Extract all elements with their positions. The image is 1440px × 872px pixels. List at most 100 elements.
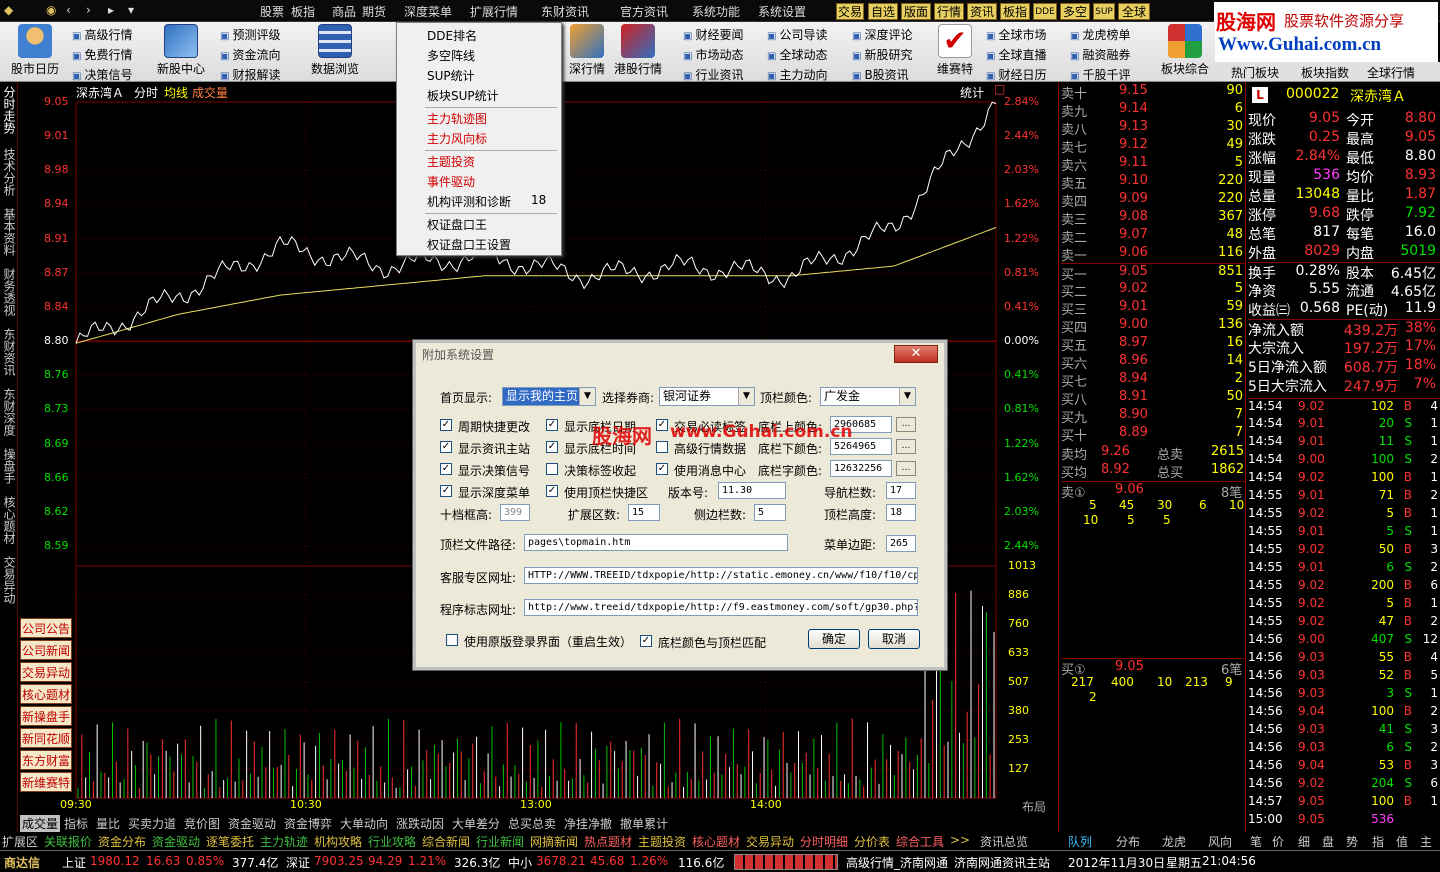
extension-tab[interactable]: 分时明细 bbox=[800, 833, 848, 850]
menu-item-main-track[interactable]: 主力轨迹图 bbox=[427, 110, 487, 127]
menu-item-inst-eval[interactable]: 机构评测和诊断 bbox=[427, 193, 511, 210]
menu-item-longshort[interactable]: 多空阵线 bbox=[427, 47, 475, 64]
toolbar-link[interactable]: 公司导读 bbox=[767, 26, 827, 46]
ten-input[interactable]: 399 bbox=[500, 504, 530, 521]
top-input[interactable]: 18 bbox=[886, 504, 916, 521]
indicator-tab[interactable]: 净挂净撤 bbox=[564, 815, 612, 832]
hot-sector-button[interactable]: 热门板块 bbox=[1231, 64, 1279, 81]
sell-level-row[interactable]: 卖八 9.13 30 bbox=[1061, 119, 1245, 138]
extension-tab[interactable]: >> bbox=[950, 833, 970, 847]
quick-dde-button[interactable]: DDE bbox=[1033, 3, 1057, 20]
vtab-core-theme[interactable]: 核心题材 bbox=[1, 496, 17, 544]
hk-quote-button[interactable]: 港股行情 bbox=[603, 24, 673, 77]
stock-calendar-button[interactable]: 股市日历 bbox=[0, 24, 70, 77]
home-select[interactable]: 显示我的主页 ▼ bbox=[502, 387, 596, 406]
toolbar-link[interactable]: 全球直播 bbox=[986, 46, 1046, 66]
toppath-input[interactable]: pages\topmain.htm bbox=[524, 534, 788, 551]
data-browse-button[interactable]: 数据浏览 bbox=[300, 24, 370, 77]
buy-level-row[interactable]: 买六 8.96 14 bbox=[1061, 353, 1245, 372]
check-topquick-icon[interactable]: ✓ bbox=[546, 485, 558, 497]
menu-deep[interactable]: 深度菜单 bbox=[404, 3, 452, 20]
sell-level-row[interactable]: 卖四 9.09 220 bbox=[1061, 191, 1245, 210]
side-btn-core[interactable]: 核心题材 bbox=[20, 684, 72, 704]
menumargin-input[interactable]: 265 bbox=[886, 535, 916, 552]
right-panel-tab[interactable]: 势 bbox=[1346, 833, 1358, 850]
extension-tab[interactable]: 分价表 bbox=[854, 833, 890, 850]
menu-futures[interactable]: 期货 bbox=[362, 3, 386, 20]
extension-tab[interactable]: 主题投资 bbox=[638, 833, 686, 850]
toolbar-link[interactable]: 高级行情 bbox=[72, 26, 132, 46]
right-panel-tab[interactable]: 风向 bbox=[1208, 833, 1232, 850]
side-btn-trader[interactable]: 新操盘手 bbox=[20, 706, 72, 726]
check-news-icon[interactable]: ✓ bbox=[440, 441, 452, 453]
dialog-close-button[interactable]: ✕ bbox=[894, 345, 938, 363]
dropdown-icon[interactable]: ▾ bbox=[128, 3, 134, 17]
chevron-down-icon[interactable]: ▼ bbox=[899, 388, 915, 405]
quick-quote-button[interactable]: 行情 bbox=[934, 3, 964, 20]
chevron-down-icon[interactable]: ▼ bbox=[738, 388, 754, 405]
indicator-tab[interactable]: 涨跌动因 bbox=[396, 815, 444, 832]
buy-level-row[interactable]: 买九 8.90 7 bbox=[1061, 407, 1245, 426]
vtab-finance[interactable]: 财务透视 bbox=[1, 268, 17, 316]
buy-level-row[interactable]: 买五 8.97 16 bbox=[1061, 335, 1245, 354]
extension-tab[interactable]: 主力轨迹 bbox=[260, 833, 308, 850]
indicator-tab[interactable]: 大单差分 bbox=[452, 815, 500, 832]
extension-tab[interactable]: 综合新闻 bbox=[422, 833, 470, 850]
quick-trade-button[interactable]: 交易 bbox=[836, 3, 864, 20]
indicator-tab[interactable]: 总买总卖 bbox=[508, 815, 556, 832]
app-logo-icon[interactable]: ◉ bbox=[46, 3, 56, 17]
right-panel-tab[interactable]: 盘 bbox=[1322, 833, 1334, 850]
vtab-trade-anomaly[interactable]: 交易异动 bbox=[1, 556, 17, 604]
quick-board-button[interactable]: 板指 bbox=[1000, 3, 1030, 20]
quick-global-button[interactable]: 全球 bbox=[1118, 3, 1150, 20]
ok-button[interactable]: 确定 bbox=[808, 629, 860, 649]
check-deepmenu-icon[interactable]: ✓ bbox=[440, 485, 452, 497]
flag-input[interactable]: http://www.treeid/tdxpopie/http://f9.eas… bbox=[524, 599, 918, 616]
menu-item-dde-rank[interactable]: DDE排名 bbox=[427, 27, 477, 44]
side-btn-ths[interactable]: 新同花顺 bbox=[20, 728, 72, 748]
app-icon[interactable]: ◆ bbox=[4, 3, 13, 17]
vtab-east-deep[interactable]: 东财深度 bbox=[1, 388, 17, 436]
vtab-basic[interactable]: 基本资料 bbox=[1, 208, 17, 256]
side-btn-eastmoney[interactable]: 东方财富 bbox=[20, 750, 72, 770]
sell-level-row[interactable]: 卖一 9.06 116 bbox=[1061, 245, 1245, 264]
quick-sup-button[interactable]: SUP bbox=[1093, 3, 1115, 20]
quick-longshort-button[interactable]: 多空 bbox=[1060, 3, 1090, 20]
chart-maximize-icon[interactable]: □ bbox=[994, 82, 1005, 96]
extension-tab[interactable]: 资金分布 bbox=[98, 833, 146, 850]
buy-level-row[interactable]: 买七 8.94 2 bbox=[1061, 371, 1245, 390]
toolbar-link[interactable]: 全球动态 bbox=[767, 46, 827, 66]
extension-tab[interactable]: 行业新闻 bbox=[476, 833, 524, 850]
vtab-intraday[interactable]: 分时走势 bbox=[1, 86, 17, 134]
toolbar-link[interactable]: 融资融券 bbox=[1070, 46, 1130, 66]
vtab-trader[interactable]: 操盘手 bbox=[1, 448, 17, 484]
toolbar-link[interactable]: 免费行情 bbox=[72, 46, 132, 66]
toolbar-link[interactable]: 新股研究 bbox=[852, 46, 912, 66]
indicator-tab[interactable]: 买卖力道 bbox=[128, 815, 176, 832]
menu-stock[interactable]: 股票 bbox=[260, 3, 284, 20]
layout-button[interactable]: 布局 bbox=[1022, 798, 1046, 815]
indicator-tab[interactable]: 量比 bbox=[96, 815, 120, 832]
botcolor-up-pick-button[interactable]: … bbox=[896, 417, 916, 432]
toolbar-link[interactable]: 资金流向 bbox=[220, 46, 280, 66]
extension-tab[interactable]: 行业攻略 bbox=[368, 833, 416, 850]
check-period-icon[interactable]: ✓ bbox=[440, 419, 452, 431]
menu-system-settings[interactable]: 系统设置 bbox=[758, 3, 806, 20]
vtab-east-news[interactable]: 东财资讯 bbox=[1, 328, 17, 376]
sector-overview-button[interactable]: 板块综合 bbox=[1150, 24, 1220, 77]
new-stock-center-button[interactable]: 新股中心 bbox=[146, 24, 216, 77]
buy-level-row[interactable]: 买八 8.91 50 bbox=[1061, 389, 1245, 408]
indicator-tab[interactable]: 资金驱动 bbox=[228, 815, 276, 832]
side-btn-announce[interactable]: 公司公告 bbox=[20, 618, 72, 638]
buy-level-row[interactable]: 买十 8.89 7 bbox=[1061, 425, 1245, 444]
sell-level-row[interactable]: 卖七 9.12 49 bbox=[1061, 137, 1245, 156]
extension-tab[interactable]: 机构攻略 bbox=[314, 833, 362, 850]
side-btn-vestar[interactable]: 新维赛特 bbox=[20, 772, 72, 792]
broker-select[interactable]: 银河证券 ▼ bbox=[659, 387, 755, 406]
menu-item-event-drive[interactable]: 事件驱动 bbox=[427, 173, 475, 190]
indicator-tab[interactable]: 指标 bbox=[64, 815, 88, 832]
botcolor-font-pick-button[interactable]: … bbox=[896, 461, 916, 476]
chart-stat-button[interactable]: 统计 bbox=[960, 84, 984, 101]
sector-index-button[interactable]: 板块指数 bbox=[1301, 64, 1349, 81]
sell-level-row[interactable]: 卖二 9.07 48 bbox=[1061, 227, 1245, 246]
